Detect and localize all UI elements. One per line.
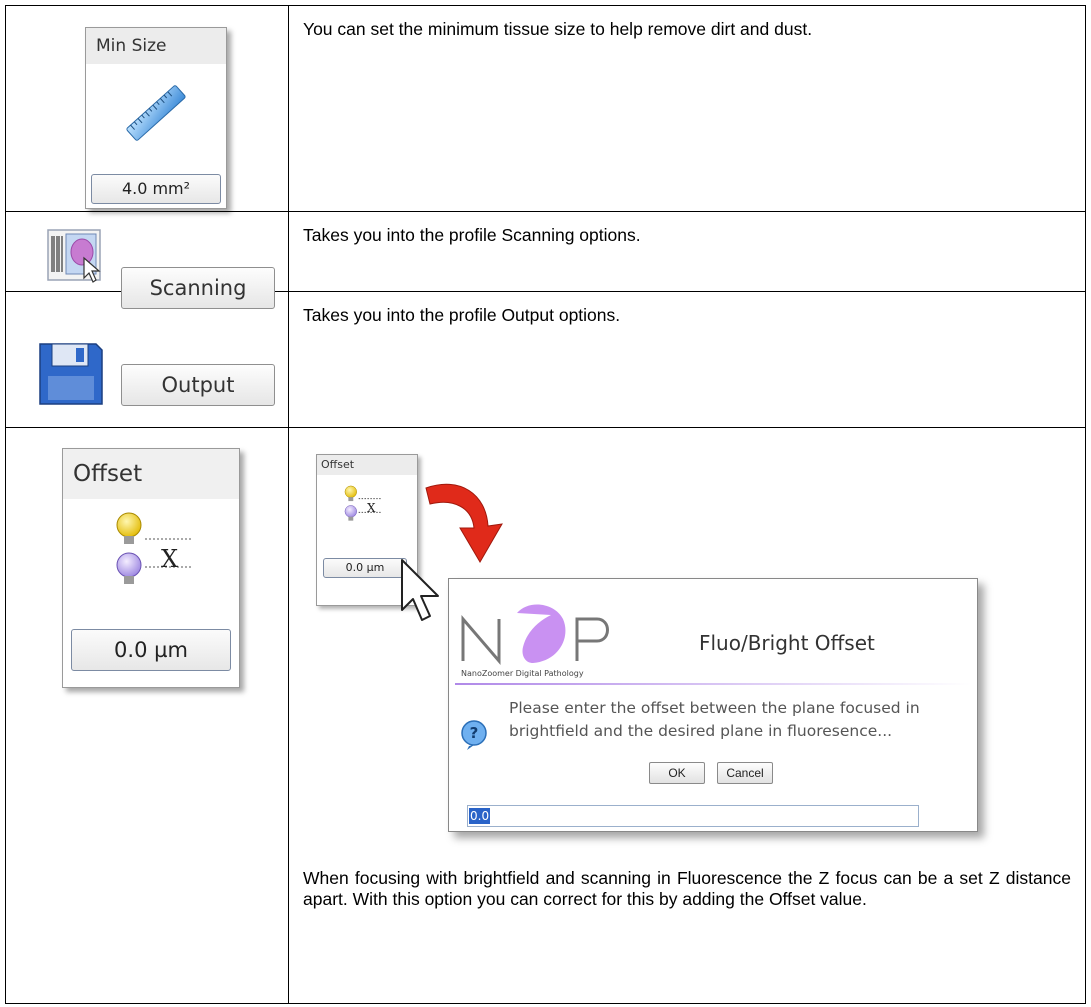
dialog-message: Please enter the offset between the plan…: [509, 699, 920, 740]
ok-button[interactable]: OK: [649, 762, 705, 784]
ndp-logo-mark: [461, 604, 609, 666]
ndp-logo: NanoZoomer Digital Pathology: [459, 593, 659, 683]
bulbs-icon: [116, 512, 191, 584]
cancel-button[interactable]: Cancel: [717, 762, 773, 784]
output-description: Takes you into the profile Output option…: [303, 305, 621, 325]
min-size-description-cell: You can set the minimum tissue size to h…: [288, 5, 1086, 212]
mouse-cursor-icon: [401, 559, 439, 621]
offset-description: When focusing with brightfield and scann…: [303, 868, 1071, 909]
offset-small-title: Offset: [317, 455, 417, 475]
ndp-logo-subtitle: NanoZoomer Digital Pathology: [461, 669, 584, 678]
output-description-cell: Takes you into the profile Output option…: [288, 291, 1086, 428]
min-size-value-button[interactable]: 4.0 mm²: [91, 174, 221, 204]
offset-panel[interactable]: Offset X 0.0 µm: [62, 448, 240, 688]
offset-small-symbol: X: [367, 501, 376, 515]
ruler-icon: [126, 85, 186, 141]
offset-dialog: NanoZoomer Digital Pathology Fluo/Bright…: [448, 578, 978, 832]
dialog-title: Fluo/Bright Offset: [699, 631, 875, 655]
offset-small-value-button[interactable]: 0.0 µm: [323, 558, 407, 578]
red-arrow-icon: [425, 483, 503, 563]
table-row: Takes you into the profile Output option…: [5, 291, 1086, 428]
min-size-title: Min Size: [86, 28, 226, 64]
offset-symbol: X: [161, 545, 179, 573]
scanning-description: Takes you into the profile Scanning opti…: [303, 225, 641, 245]
floppy-disk-icon: [39, 343, 103, 405]
min-size-panel[interactable]: Min Size 4.0 mm²: [85, 27, 227, 209]
offset-value-button[interactable]: 0.0 µm: [71, 629, 231, 671]
offset-input[interactable]: [467, 805, 919, 827]
scanning-button[interactable]: Scanning: [121, 267, 275, 309]
min-size-description: You can set the minimum tissue size to h…: [303, 19, 813, 39]
scanning-description-cell: Takes you into the profile Scanning opti…: [288, 211, 1086, 292]
scanning-slide-icon: [47, 229, 101, 283]
offset-title: Offset: [63, 449, 239, 499]
bulbs-small-icon: [344, 485, 382, 521]
output-button[interactable]: Output: [121, 364, 275, 406]
offset-input-selection: 0.0: [469, 808, 491, 824]
dialog-divider: [455, 683, 971, 685]
question-icon: ?: [461, 720, 487, 750]
svg-text:?: ?: [470, 724, 479, 742]
